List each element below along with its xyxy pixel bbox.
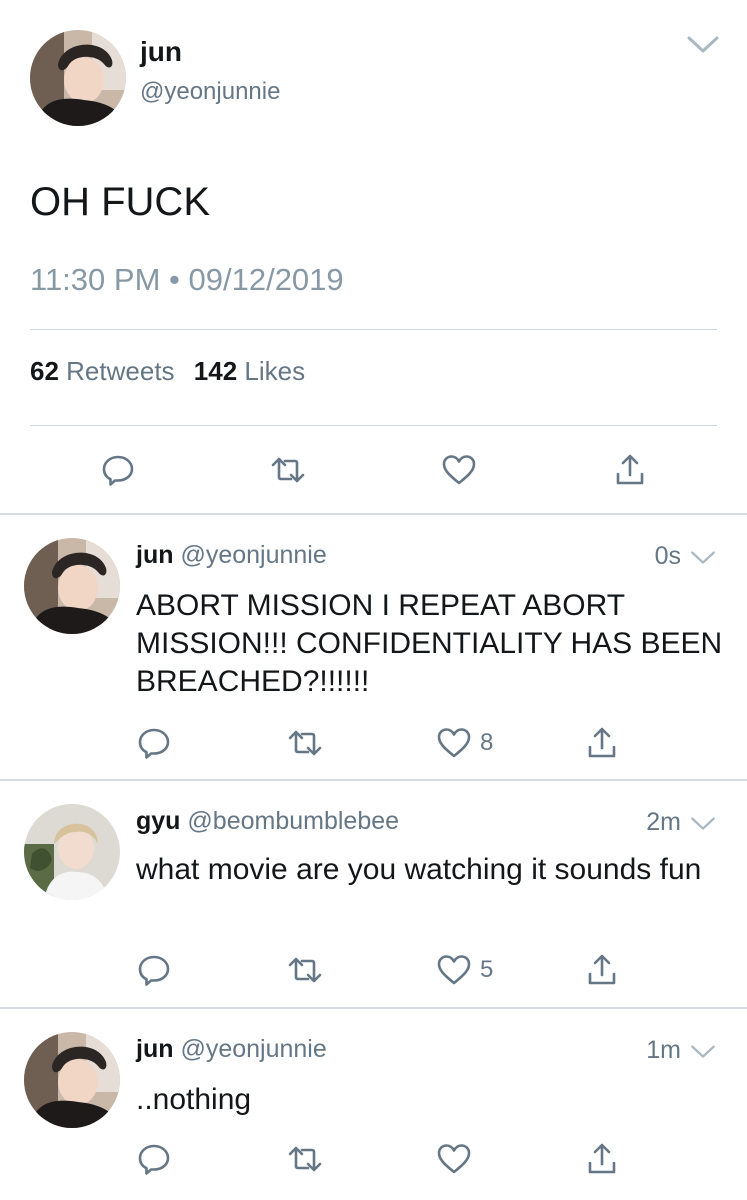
reply-time: 2m (646, 808, 681, 836)
heart-icon (441, 452, 477, 488)
likes-count: 142 (193, 356, 238, 386)
reply-icon (100, 452, 136, 488)
retweet-button[interactable] (270, 450, 306, 490)
like-button[interactable] (436, 1139, 472, 1179)
heart-icon (436, 1141, 472, 1177)
reply-button[interactable] (136, 950, 172, 990)
tweet-text: OH FUCK (30, 180, 210, 224)
reply-time: 0s (654, 542, 681, 570)
share-button[interactable] (584, 723, 620, 763)
reply-button[interactable] (136, 1139, 172, 1179)
author-name[interactable]: jun (136, 1035, 174, 1063)
heart-icon (436, 952, 472, 988)
tweet-date: 09/12/2019 (188, 262, 344, 297)
retweet-icon (270, 452, 306, 488)
tweet-time: 11:30 PM (30, 262, 161, 297)
avatar[interactable] (24, 1032, 120, 1128)
author-handle[interactable]: @yeonjunnie (180, 541, 326, 569)
share-button[interactable] (584, 1139, 620, 1179)
avatar[interactable] (24, 804, 120, 900)
reply-text: what movie are you watching it sounds fu… (136, 853, 702, 886)
avatar-image (30, 30, 126, 126)
reply-header: jun @yeonjunnie (136, 1035, 327, 1064)
like-count: 5 (480, 956, 494, 983)
reply-button[interactable] (100, 450, 136, 490)
chevron-down-icon[interactable] (690, 549, 716, 567)
reply-text: ..nothing (136, 1083, 252, 1116)
author-name[interactable]: gyu (136, 807, 180, 835)
author-handle[interactable]: @yeonjunnie (140, 78, 280, 106)
avatar[interactable] (24, 538, 120, 634)
reply-tweet[interactable]: gyu @beombumblebee 2m what movie are you… (0, 781, 747, 1007)
chevron-down-icon[interactable] (690, 1043, 716, 1061)
retweet-icon (287, 725, 323, 761)
reply-time: 1m (646, 1036, 681, 1064)
tweet-action-bar (0, 450, 747, 490)
avatar-image (24, 804, 120, 900)
share-icon (584, 725, 620, 761)
heart-icon (436, 725, 472, 761)
author-handle[interactable]: @beombumblebee (187, 807, 399, 835)
likes-label: Likes (244, 356, 306, 386)
timestamp-separator: • (169, 262, 180, 297)
chevron-down-icon[interactable] (690, 815, 716, 833)
tweet-timestamp: 11:30 PM • 09/12/2019 (30, 262, 344, 298)
reply-tweet[interactable]: jun @yeonjunnie 0s ABORT MISSION I REPEA… (0, 515, 747, 780)
reply-tweet[interactable]: jun @yeonjunnie 1m ..nothing (0, 1009, 747, 1200)
retweet-button[interactable] (287, 723, 323, 763)
like-button[interactable]: 5 (436, 950, 493, 990)
reply-action-bar (0, 1139, 747, 1179)
share-icon (584, 952, 620, 988)
reply-button[interactable] (136, 723, 172, 763)
reply-text: ABORT MISSION I REPEAT ABORT MISSION!!! … (136, 589, 723, 698)
avatar-image (24, 1032, 120, 1128)
retweets-count: 62 (30, 356, 59, 386)
like-count: 8 (480, 729, 494, 756)
avatar-image (24, 538, 120, 634)
author-handle[interactable]: @yeonjunnie (180, 1035, 326, 1063)
chevron-down-icon[interactable] (686, 34, 720, 56)
share-button[interactable] (612, 450, 648, 490)
like-button[interactable] (441, 450, 477, 490)
share-icon (584, 1141, 620, 1177)
reply-action-bar: 5 (0, 950, 747, 990)
author-name[interactable]: jun (136, 541, 174, 569)
likes-stat[interactable]: 142 Likes (194, 356, 305, 386)
tweet-thread-page: jun @yeonjunnie OH FUCK 11:30 PM • 09/12… (0, 0, 747, 1200)
retweets-label: Retweets (66, 356, 175, 386)
retweet-button[interactable] (287, 950, 323, 990)
share-button[interactable] (584, 950, 620, 990)
divider (30, 425, 717, 426)
reply-header: gyu @beombumblebee (136, 807, 399, 836)
reply-action-bar: 8 (0, 723, 747, 763)
reply-icon (136, 952, 172, 988)
share-icon (612, 452, 648, 488)
author-name[interactable]: jun (140, 36, 182, 68)
avatar[interactable] (30, 30, 126, 126)
like-button[interactable]: 8 (436, 723, 493, 763)
tweet-stats: 62 Retweets 142 Likes (30, 356, 305, 387)
retweet-icon (287, 952, 323, 988)
retweet-button[interactable] (287, 1139, 323, 1179)
retweet-icon (287, 1141, 323, 1177)
main-tweet: jun @yeonjunnie OH FUCK 11:30 PM • 09/12… (0, 0, 747, 515)
reply-icon (136, 1141, 172, 1177)
divider (30, 329, 717, 330)
retweets-stat[interactable]: 62 Retweets (30, 356, 175, 386)
reply-icon (136, 725, 172, 761)
reply-header: jun @yeonjunnie (136, 541, 327, 570)
